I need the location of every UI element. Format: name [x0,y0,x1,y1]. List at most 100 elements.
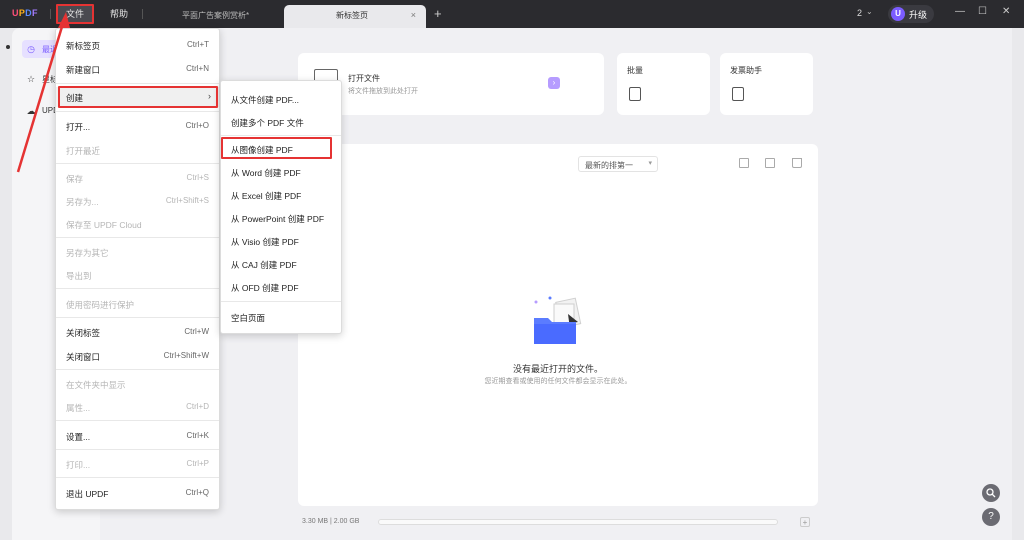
highlight-box [56,4,94,24]
menu-label: 导出到 [66,271,92,281]
grid-view-icon[interactable] [765,158,775,168]
add-storage-button[interactable]: + [800,517,810,527]
menu-label: 新建窗口 [66,65,101,75]
menu-divider [56,288,219,289]
menu-item-save-cloud[interactable]: 保存至 UPDF Cloud [56,214,219,234]
create-submenu: 从文件创建 PDF... 创建多个 PDF 文件 从图像创建 PDF 从 Wor… [220,80,342,334]
menu-item-open-recent[interactable]: 打开最近 [56,140,219,160]
menu-shortcut: Ctrl+K [186,431,209,440]
menu-label: 从 Word 创建 PDF [231,168,301,178]
menu-item-settings[interactable]: 设置... Ctrl+K [56,426,219,446]
menu-shortcut: Ctrl+Shift+S [165,196,209,205]
menu-label: 另存为... [66,197,99,207]
menu-label: 新标签页 [66,41,101,51]
menu-label: 另存为其它 [66,248,109,258]
menu-item-properties[interactable]: 属性... Ctrl+D [56,397,219,417]
menu-label: 打开... [66,122,91,132]
sort-select[interactable]: 最新的排第一 ▾ [578,156,658,172]
menu-label: 打开最近 [66,146,101,156]
clock-icon: ◷ [27,44,35,54]
menu-item-close-tab[interactable]: 关闭标签 Ctrl+W [56,322,219,342]
open-file-card[interactable]: 打开文件 将文件拖放到此处打开 › [298,53,604,115]
menu-shortcut: Ctrl+Shift+W [163,351,209,360]
batch-icon [629,87,641,101]
close-window-button[interactable]: ✕ [1002,6,1010,17]
minimize-button[interactable]: — [955,6,965,17]
menu-help[interactable]: 帮助 [101,5,137,23]
menu-item-from-powerpoint[interactable]: 从 PowerPoint 创建 PDF [221,208,341,228]
menu-item-from-ofd[interactable]: 从 OFD 创建 PDF [221,277,341,297]
maximize-button[interactable]: ☐ [978,6,987,17]
menu-label: 创建多个 PDF 文件 [231,118,304,128]
menu-shortcut: Ctrl+N [186,64,209,73]
menu-divider [56,317,219,318]
search-button[interactable] [982,484,1000,502]
menu-shortcut: Ctrl+T [187,40,209,49]
menu-label: 从 OFD 创建 PDF [231,283,299,293]
menu-label: 关闭窗口 [66,352,101,362]
menu-divider [56,111,219,112]
title-bar: UPDF 文件 帮助 平面广告案例赏析* 新标签页 × + 2 ⌄ U 升级 —… [0,0,1024,28]
window-count[interactable]: 2 [857,8,862,18]
menu-shortcut: Ctrl+S [186,173,209,182]
menu-item-new-window[interactable]: 新建窗口 Ctrl+N [56,59,219,79]
menu-label: 从 PowerPoint 创建 PDF [231,214,325,224]
collapse-handle[interactable] [6,45,10,49]
invoice-icon [732,87,744,101]
menu-item-from-visio[interactable]: 从 Visio 创建 PDF [221,231,341,251]
menu-item-from-caj[interactable]: 从 CAJ 创建 PDF [221,254,341,274]
menu-divider [221,301,341,302]
menu-item-save[interactable]: 保存 Ctrl+S [56,168,219,188]
menu-label: 从文件创建 PDF... [231,95,300,105]
menu-shortcut: Ctrl+Q [185,488,209,497]
divider [50,9,51,19]
menu-item-blank-page[interactable]: 空白页面 [221,307,341,327]
menu-shortcut: Ctrl+D [186,402,209,411]
menu-label: 使用密码进行保护 [66,300,135,310]
menu-item-show-in-folder[interactable]: 在文件夹中显示 [56,374,219,394]
invoice-card[interactable]: 发票助手 [720,53,813,115]
menu-item-save-as[interactable]: 另存为... Ctrl+Shift+S [56,191,219,211]
menu-divider [56,83,219,84]
highlight-box [221,137,332,159]
new-tab-button[interactable]: + [434,6,442,21]
menu-item-open[interactable]: 打开... Ctrl+O [56,116,219,136]
menu-divider [56,420,219,421]
menu-item-export[interactable]: 导出到 [56,265,219,285]
menu-item-close-window[interactable]: 关闭窗口 Ctrl+Shift+W [56,346,219,366]
batch-title: 批量 [627,66,643,75]
menu-item-from-excel[interactable]: 从 Excel 创建 PDF [221,185,341,205]
menu-item-protect[interactable]: 使用密码进行保护 [56,294,219,314]
menu-item-from-word[interactable]: 从 Word 创建 PDF [221,162,341,182]
list-view-icon[interactable] [739,158,749,168]
arrow-right-icon[interactable]: › [548,77,560,89]
menu-item-exit[interactable]: 退出 UPDF Ctrl+Q [56,483,219,503]
menu-label: 从 Visio 创建 PDF [231,237,299,247]
storage-progress-bar [378,519,778,525]
chevron-down-icon: ▾ [648,160,652,167]
trash-icon[interactable] [792,158,802,168]
menu-divider [56,237,219,238]
highlight-box [58,86,218,108]
help-button[interactable]: ? [982,508,1000,526]
menu-label: 退出 UPDF [66,489,109,499]
menu-item-from-file[interactable]: 从文件创建 PDF... [221,89,341,109]
user-avatar: U [891,7,905,21]
menu-divider [56,477,219,478]
menu-shortcut: Ctrl+P [186,459,209,468]
upgrade-button[interactable]: U 升级 [888,5,934,23]
menu-item-save-other[interactable]: 另存为其它 [56,242,219,262]
storage-usage: 3.30 MB | 2.00 GB [302,518,360,525]
batch-card[interactable]: 批量 [617,53,710,115]
menu-item-create-multiple[interactable]: 创建多个 PDF 文件 [221,112,341,132]
menu-label: 空白页面 [231,313,266,323]
chevron-down-icon[interactable]: ⌄ [866,7,873,16]
menu-label: 关闭标签 [66,328,101,338]
tab-new[interactable]: 新标签页 × [284,5,426,28]
menu-label: 保存 [66,174,84,184]
menu-item-print[interactable]: 打印... Ctrl+P [56,454,219,474]
menu-item-new-tab[interactable]: 新标签页 Ctrl+T [56,35,219,55]
tab-document[interactable]: 平面广告案例赏析* [144,5,282,28]
menu-shortcut: Ctrl+O [185,121,209,130]
close-icon[interactable]: × [411,5,416,26]
